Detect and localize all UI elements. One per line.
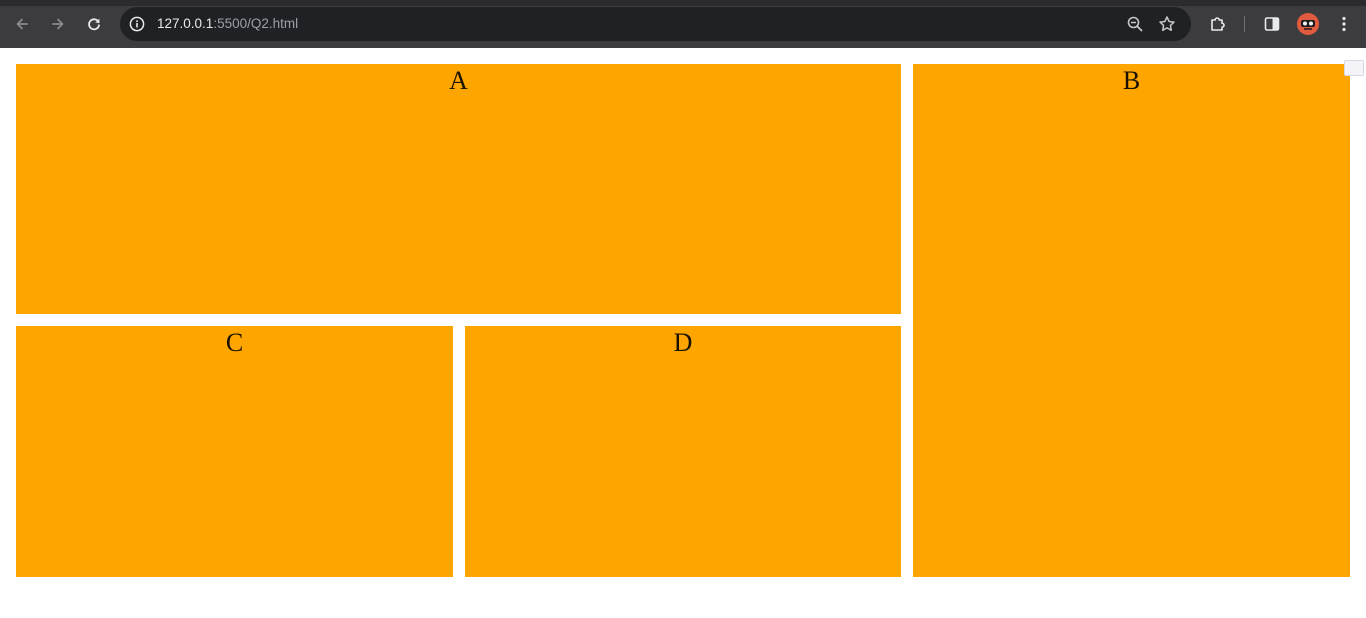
- bookmark-star-icon[interactable]: [1158, 15, 1176, 33]
- profile-avatar[interactable]: [1297, 13, 1319, 35]
- box-b: B: [913, 64, 1350, 577]
- site-info-icon[interactable]: [129, 16, 145, 32]
- url-host: 127.0.0.1: [157, 16, 214, 31]
- box-d-label: D: [673, 328, 693, 357]
- menu-dots-icon[interactable]: [1333, 13, 1355, 35]
- url-path: :5500/Q2.html: [213, 16, 299, 31]
- arrow-right-icon: [52, 18, 64, 30]
- box-d: D: [465, 326, 901, 577]
- reload-icon: [88, 18, 100, 31]
- address-bar[interactable]: 127.0.0.1:5500/Q2.html: [120, 7, 1191, 41]
- url-text[interactable]: 127.0.0.1:5500/Q2.html: [157, 15, 298, 33]
- forward-button[interactable]: [45, 11, 71, 37]
- browser-toolbar: 127.0.0.1:5500/Q2.html: [0, 0, 1366, 48]
- box-c: C: [16, 326, 453, 577]
- tab-strip-edge: [0, 0, 1366, 6]
- extensions-puzzle-icon[interactable]: [1207, 13, 1229, 35]
- side-panel-icon[interactable]: [1261, 13, 1283, 35]
- avatar-icon: [1297, 13, 1319, 35]
- box-a-label: A: [449, 66, 468, 95]
- reload-button[interactable]: [81, 11, 107, 37]
- arrow-left-icon: [16, 18, 28, 30]
- back-button[interactable]: [9, 11, 35, 37]
- page-content: A B C D: [0, 48, 1366, 618]
- zoom-icon[interactable]: [1126, 15, 1144, 33]
- corner-widget-icon[interactable]: [1344, 60, 1364, 76]
- box-c-label: C: [225, 328, 244, 357]
- box-a: A: [16, 64, 901, 314]
- toolbar-divider: [1244, 16, 1245, 32]
- box-b-label: B: [1122, 66, 1141, 95]
